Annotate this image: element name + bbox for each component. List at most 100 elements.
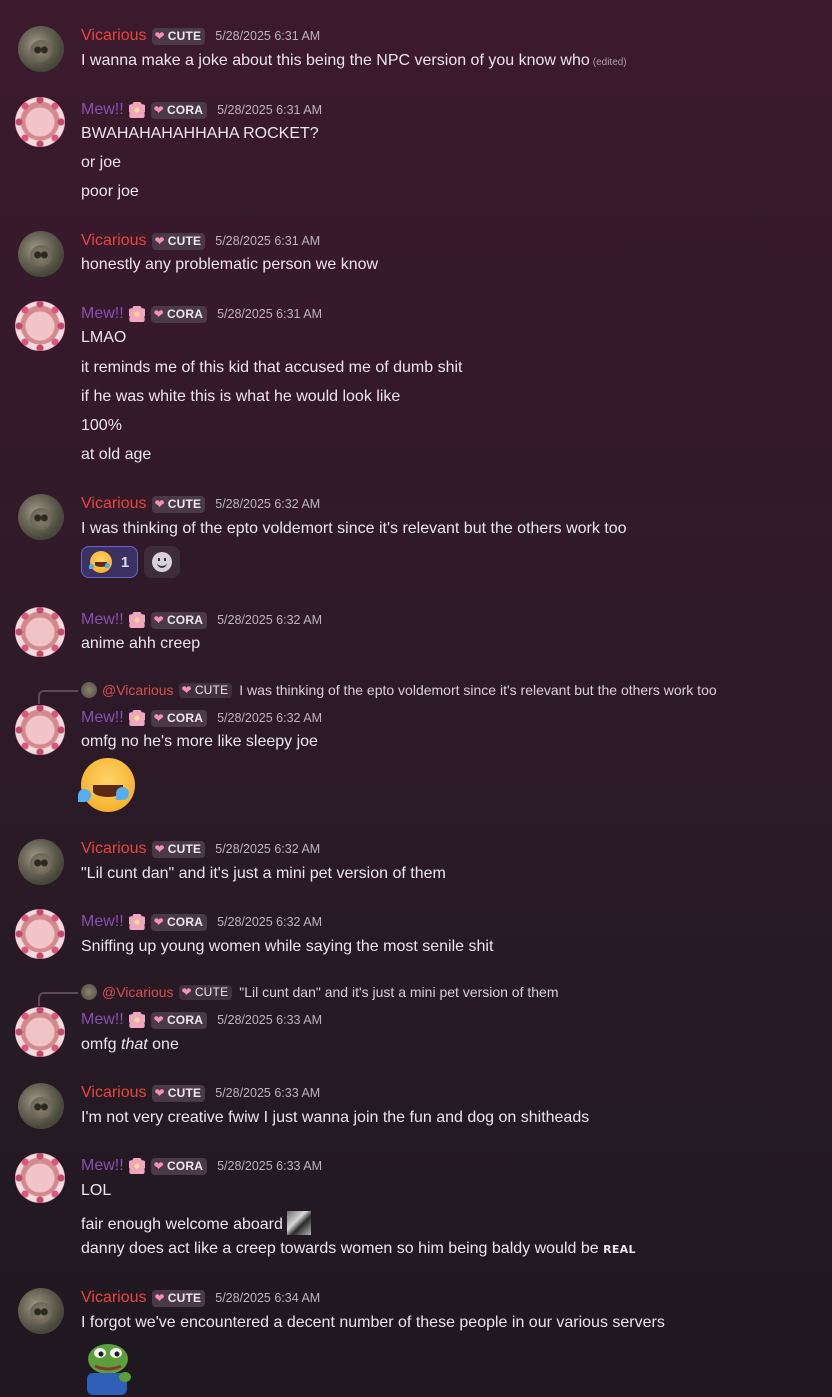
message-text: I was thinking of the epto voldemort sin… xyxy=(81,520,627,537)
pepe-emoji-icon[interactable] xyxy=(81,1339,135,1395)
heart-icon: ❤ xyxy=(154,29,165,43)
avatar[interactable] xyxy=(18,26,64,72)
heart-icon: ❤ xyxy=(181,985,192,999)
reply-username[interactable]: @Vicarious xyxy=(102,682,174,698)
reply-avatar xyxy=(81,682,97,698)
username[interactable]: Vicarious xyxy=(81,1084,147,1102)
avatar[interactable] xyxy=(15,97,65,147)
message-text: I forgot we've encountered a decent numb… xyxy=(81,1314,665,1331)
reply-text: "Lil cunt dan" and it's just a mini pet … xyxy=(239,984,559,1000)
timestamp: 5/28/2025 6:33 AM xyxy=(217,1159,323,1173)
add-reaction-icon xyxy=(152,552,172,572)
add-reaction-button[interactable] xyxy=(144,546,180,578)
username[interactable]: Vicarious xyxy=(81,232,147,250)
heart-icon: ❤ xyxy=(153,915,164,929)
timestamp: 5/28/2025 6:31 AM xyxy=(217,103,323,117)
avatar[interactable] xyxy=(15,909,65,959)
reply-avatar xyxy=(81,984,97,1000)
reaction-rofl[interactable]: 1 xyxy=(81,546,138,578)
message-text: omfg no he's more like sleepy joe xyxy=(81,733,318,750)
heart-icon: ❤ xyxy=(154,497,165,511)
guild-tag[interactable]: ❤ CUTE xyxy=(151,1084,206,1102)
guild-tag[interactable]: ❤ CORA xyxy=(150,1157,208,1175)
guild-tag[interactable]: ❤ CORA xyxy=(150,1011,208,1029)
guild-tag[interactable]: ❤ CORA xyxy=(150,305,208,323)
guild-tag: ❤ CUTE xyxy=(178,682,233,698)
avatar[interactable] xyxy=(15,607,65,657)
reply-preview[interactable]: @Vicarious ❤ CUTE I was thinking of the e… xyxy=(81,681,717,699)
flower-icon xyxy=(128,612,145,628)
message-text: honestly any problematic person we know xyxy=(81,256,379,273)
username[interactable]: Mew!! xyxy=(81,1157,124,1175)
username[interactable]: Vicarious xyxy=(81,495,147,513)
avatar[interactable] xyxy=(18,494,64,540)
avatar[interactable] xyxy=(15,705,65,755)
reply-spine xyxy=(38,690,78,704)
heart-icon: ❤ xyxy=(181,683,192,697)
avatar[interactable] xyxy=(18,839,64,885)
username[interactable]: Mew!! xyxy=(81,1011,124,1029)
reply-preview[interactable]: @Vicarious ❤ CUTE "Lil cunt dan" and it's… xyxy=(81,983,559,1001)
timestamp: 5/28/2025 6:31 AM xyxy=(217,307,323,321)
username[interactable]: Vicarious xyxy=(81,1289,147,1307)
avatar[interactable] xyxy=(15,1153,65,1203)
timestamp: 5/28/2025 6:32 AM xyxy=(215,842,321,856)
message-text: it reminds me of this kid that accused m… xyxy=(81,359,463,376)
avatar[interactable] xyxy=(18,231,64,277)
username[interactable]: Vicarious xyxy=(81,27,147,45)
heart-icon: ❤ xyxy=(154,234,165,248)
message-text: danny does act like a creep towards wome… xyxy=(81,1240,636,1257)
username[interactable]: Vicarious xyxy=(81,840,147,858)
guild-tag[interactable]: ❤ CORA xyxy=(150,913,208,931)
message-text: fair enough welcome aboard xyxy=(81,1211,311,1235)
reply-text: I was thinking of the epto voldemort sin… xyxy=(239,682,717,698)
guild-tag[interactable]: ❤ CORA xyxy=(150,101,208,119)
heart-icon: ❤ xyxy=(153,1159,164,1173)
rofl-emoji-icon xyxy=(88,551,112,573)
guild-tag[interactable]: ❤ CUTE xyxy=(151,232,206,250)
guild-tag[interactable]: ❤ CUTE xyxy=(151,495,206,513)
heart-icon: ❤ xyxy=(153,103,164,117)
username[interactable]: Mew!! xyxy=(81,913,124,931)
avatar[interactable] xyxy=(15,1007,65,1057)
timestamp: 5/28/2025 6:34 AM xyxy=(215,1291,321,1305)
reply-username[interactable]: @Vicarious xyxy=(102,984,174,1000)
custom-emote-icon[interactable] xyxy=(286,1211,311,1235)
flower-icon xyxy=(128,914,145,930)
message-text: 100% xyxy=(81,417,122,434)
guild-tag[interactable]: ❤ CUTE xyxy=(151,27,206,45)
heart-icon: ❤ xyxy=(153,1013,164,1027)
avatar[interactable] xyxy=(15,301,65,351)
message-text: poor joe xyxy=(81,183,139,200)
timestamp: 5/28/2025 6:32 AM xyxy=(217,915,323,929)
reply-spine xyxy=(38,992,78,1006)
message-text: or joe xyxy=(81,154,122,171)
message-text: omfg that one xyxy=(81,1036,179,1053)
message-text: BWAHAHAHAHHAHA ROCKET? xyxy=(81,125,319,142)
real-emote[interactable]: REAL xyxy=(603,1243,636,1256)
heart-icon: ❤ xyxy=(154,842,165,856)
flower-icon xyxy=(128,1012,145,1028)
guild-tag[interactable]: ❤ CUTE xyxy=(151,840,206,858)
timestamp: 5/28/2025 6:33 AM xyxy=(217,1013,323,1027)
avatar[interactable] xyxy=(18,1083,64,1129)
guild-tag[interactable]: ❤ CUTE xyxy=(151,1289,206,1307)
message-text: at old age xyxy=(81,446,152,463)
edited-label: (edited) xyxy=(592,57,627,68)
guild-tag: ❤ CUTE xyxy=(178,984,233,1000)
heart-icon: ❤ xyxy=(153,711,164,725)
guild-tag[interactable]: ❤ CORA xyxy=(150,709,208,727)
timestamp: 5/28/2025 6:32 AM xyxy=(217,711,323,725)
rofl-emoji-icon[interactable] xyxy=(77,758,135,812)
username[interactable]: Mew!! xyxy=(81,611,124,629)
avatar[interactable] xyxy=(18,1288,64,1334)
flower-icon xyxy=(128,102,145,118)
username[interactable]: Mew!! xyxy=(81,709,124,727)
timestamp: 5/28/2025 6:33 AM xyxy=(215,1086,321,1100)
heart-icon: ❤ xyxy=(154,1291,165,1305)
username[interactable]: Mew!! xyxy=(81,305,124,323)
flower-icon xyxy=(128,710,145,726)
message-text: anime ahh creep xyxy=(81,635,201,652)
guild-tag[interactable]: ❤ CORA xyxy=(150,611,208,629)
username[interactable]: Mew!! xyxy=(81,101,124,119)
